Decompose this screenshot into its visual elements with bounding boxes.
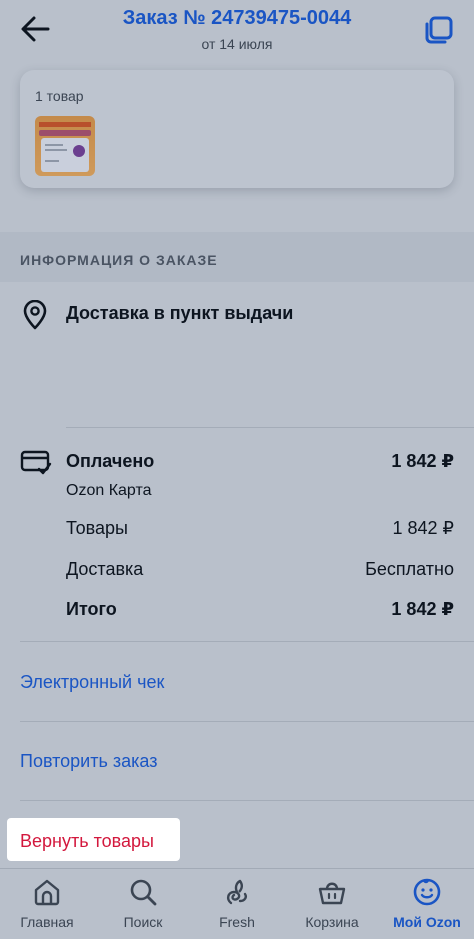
fresh-icon xyxy=(226,879,247,905)
tab-label: Fresh xyxy=(219,914,255,930)
home-icon xyxy=(34,879,60,906)
profile-smile-icon xyxy=(413,878,441,906)
divider xyxy=(20,641,474,642)
tab-bar: Главная Поиск Fresh Корзина Мой Ozon xyxy=(0,868,474,939)
divider xyxy=(66,427,474,428)
delivery-cost-label: Доставка xyxy=(66,559,144,579)
products-card[interactable]: 1 товар xyxy=(20,70,454,188)
product-thumbnail[interactable] xyxy=(35,116,95,176)
tab-label: Корзина xyxy=(305,914,359,930)
search-icon xyxy=(130,879,157,906)
delivery-type: Доставка в пункт выдачи xyxy=(66,303,294,323)
tab-cart[interactable]: Корзина xyxy=(285,869,379,939)
tab-fresh[interactable]: Fresh xyxy=(190,869,284,939)
goods-value: 1 842 ₽ xyxy=(392,518,455,538)
tab-home[interactable]: Главная xyxy=(0,869,94,939)
repeat-order-link[interactable]: Повторить заказ xyxy=(20,751,157,772)
e-receipt-link[interactable]: Электронный чек xyxy=(20,672,164,693)
tab-label: Мой Ozon xyxy=(393,914,461,930)
total-label: Итого xyxy=(66,599,117,619)
tab-label: Главная xyxy=(20,914,74,930)
card-paid-icon xyxy=(20,450,52,476)
order-date: от 14 июля xyxy=(201,36,273,52)
tab-label: Поиск xyxy=(123,914,163,930)
tab-my-ozon[interactable]: Мой Ozon xyxy=(380,869,474,939)
header: Заказ № 24739475-0044 от 14 июля xyxy=(0,0,474,68)
payment-method: Ozon Карта xyxy=(66,482,152,499)
products-count: 1 товар xyxy=(35,88,84,104)
copy-button[interactable] xyxy=(420,14,456,46)
copy-icon xyxy=(425,16,453,44)
page-title: Заказ № 24739475-0044 xyxy=(122,7,352,29)
divider xyxy=(20,721,474,722)
tab-search[interactable]: Поиск xyxy=(96,869,190,939)
section-title: ИНФОРМАЦИЯ О ЗАКАЗЕ xyxy=(20,252,218,268)
payment-amount: 1 842 ₽ xyxy=(391,451,454,471)
cart-icon xyxy=(318,882,346,905)
return-goods-link[interactable]: Вернуть товары xyxy=(20,831,154,852)
location-pin-icon xyxy=(22,299,48,330)
goods-label: Товары xyxy=(66,518,128,538)
total-value: 1 842 ₽ xyxy=(391,599,454,619)
delivery-cost-value: Бесплатно xyxy=(365,559,454,579)
divider xyxy=(20,800,474,801)
payment-status: Оплачено xyxy=(66,451,155,471)
